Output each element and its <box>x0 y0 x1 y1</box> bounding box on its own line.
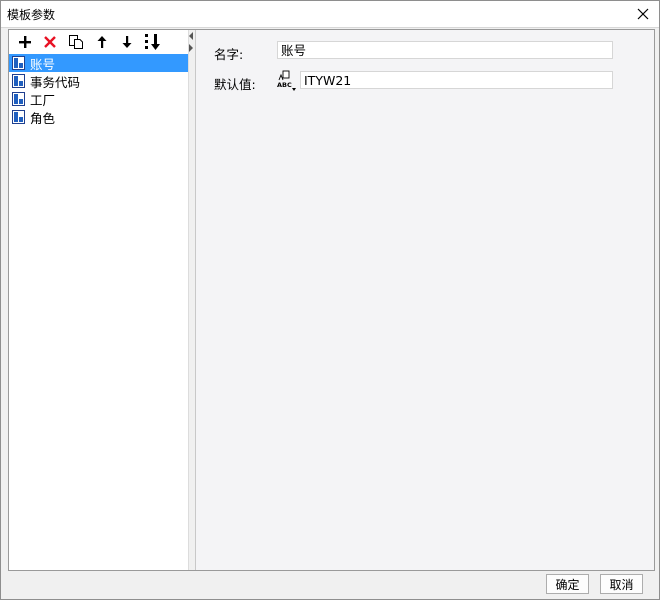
expand-right-icon[interactable] <box>189 44 193 52</box>
ok-button[interactable]: 确定 <box>546 574 589 594</box>
parameter-tree: 账号 事务代码 工厂 角色 <box>9 54 189 126</box>
cancel-button[interactable]: 取消 <box>600 574 643 594</box>
dialog-content: 账号 事务代码 工厂 角色 名字: 账号 默认值: ABC ITYW21 <box>8 29 655 571</box>
template-params-dialog: 模板参数 账号 事务代码 工厂 角色 名字: 账号 默认值: ABC ITYW2… <box>0 0 660 600</box>
tree-item[interactable]: 工厂 <box>9 90 189 108</box>
tree-item-label: 事务代码 <box>30 74 81 90</box>
list-toolbar <box>9 30 189 54</box>
svg-text:ABC: ABC <box>277 81 292 89</box>
tree-item-label: 账号 <box>30 56 56 72</box>
abc-type-icon[interactable]: ABC <box>277 70 297 92</box>
title-bar: 模板参数 <box>1 1 659 28</box>
close-icon <box>637 8 649 20</box>
parameter-icon <box>12 56 25 70</box>
parameter-icon <box>12 92 25 106</box>
copy-icon <box>69 35 83 49</box>
move-up-button[interactable] <box>92 32 112 52</box>
parameter-icon <box>12 74 25 88</box>
delete-icon <box>44 36 56 48</box>
default-value-label: 默认值: <box>214 77 256 92</box>
parameter-detail-pane: 名字: 账号 默认值: ABC ITYW21 <box>196 30 654 570</box>
name-input[interactable]: 账号 <box>277 41 613 59</box>
collapse-left-icon[interactable] <box>189 32 193 40</box>
pane-splitter[interactable] <box>189 30 196 570</box>
copy-button[interactable] <box>66 32 86 52</box>
tree-item-label: 工厂 <box>30 92 56 108</box>
tree-item[interactable]: 角色 <box>9 108 189 126</box>
name-label: 名字: <box>214 47 244 62</box>
delete-button[interactable] <box>40 32 60 52</box>
move-down-icon <box>122 36 132 48</box>
sort-button[interactable] <box>143 32 163 52</box>
close-button[interactable] <box>631 2 655 26</box>
sort-icon <box>145 34 160 50</box>
default-value-input[interactable]: ITYW21 <box>300 71 613 89</box>
parameter-icon <box>12 110 25 124</box>
tree-item[interactable]: 账号 <box>9 54 189 72</box>
add-icon <box>19 36 31 48</box>
dialog-title: 模板参数 <box>7 8 56 22</box>
tree-item-label: 角色 <box>30 110 56 126</box>
tree-item[interactable]: 事务代码 <box>9 72 189 90</box>
move-down-button[interactable] <box>117 32 137 52</box>
add-button[interactable] <box>15 32 35 52</box>
move-up-icon <box>97 36 107 48</box>
parameter-list-pane: 账号 事务代码 工厂 角色 <box>9 30 189 570</box>
